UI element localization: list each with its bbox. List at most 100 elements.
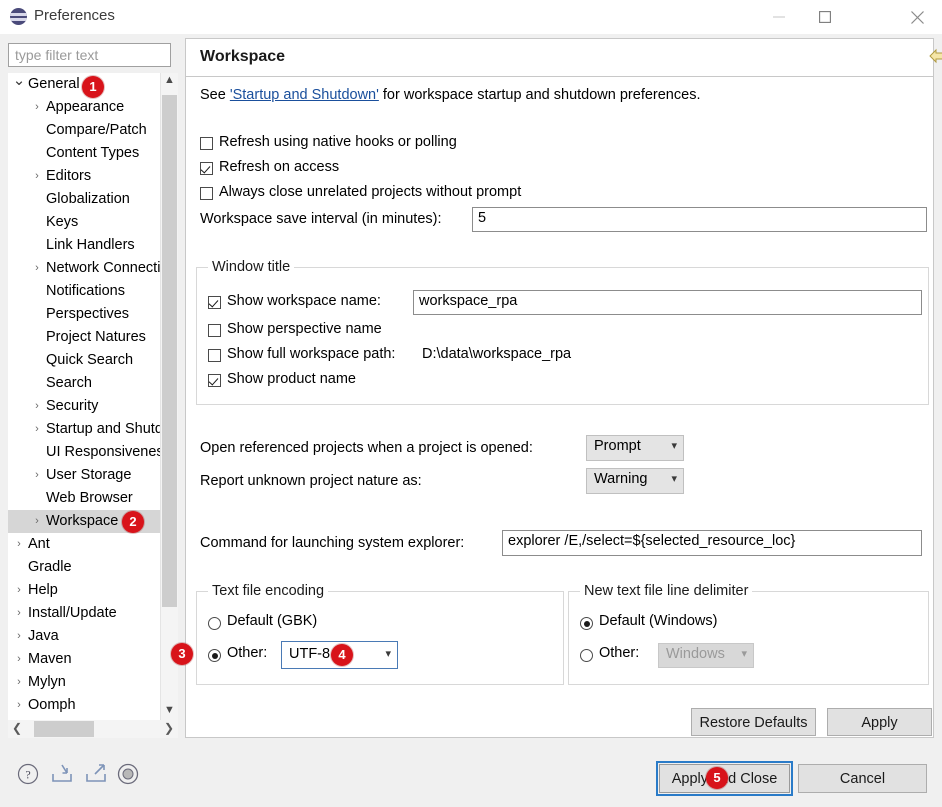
show-full-path-label: Show full workspace path:	[227, 346, 396, 362]
scroll-down-icon[interactable]: ▼	[161, 703, 178, 720]
show-product-name-checkbox[interactable]	[208, 374, 221, 387]
sidebar-item-appearance[interactable]: › Appearance	[8, 96, 160, 119]
minimize-button[interactable]	[758, 0, 804, 32]
sidebar-item-label: Security	[46, 398, 99, 414]
sidebar-item-install-update[interactable]: › Install/Update	[8, 602, 160, 625]
sidebar-item-maven[interactable]: › Maven	[8, 648, 160, 671]
workspace-name-value: workspace_rpa	[419, 293, 518, 309]
chevron-right-icon[interactable]: ›	[30, 464, 44, 487]
encoding-default-label: Default (GBK)	[227, 613, 318, 629]
cancel-button[interactable]: Cancel	[798, 764, 927, 793]
chevron-right-icon[interactable]: ›	[12, 533, 26, 556]
sidebar-item-project-natures[interactable]: Project Natures	[8, 326, 160, 349]
import-icon[interactable]	[50, 762, 80, 792]
sidebar-item-quick-search[interactable]: Quick Search	[8, 349, 160, 372]
encoding-default-radio[interactable]	[208, 617, 221, 630]
chevron-right-icon[interactable]: ›	[30, 510, 44, 533]
report-nature-label: Report unknown project nature as:	[200, 473, 422, 489]
window-title: Preferences	[34, 7, 115, 24]
explorer-command-input[interactable]: explorer /E,/select=${selected_resource_…	[502, 530, 922, 556]
save-interval-label: Workspace save interval (in minutes):	[200, 211, 442, 227]
sidebar-item-gradle[interactable]: Gradle	[8, 556, 160, 579]
refresh-native-hooks-checkbox[interactable]	[200, 137, 213, 150]
apply-button[interactable]: Apply	[827, 708, 932, 736]
filter-input[interactable]: type filter text	[8, 43, 171, 67]
sidebar-item-content-types[interactable]: Content Types	[8, 142, 160, 165]
sidebar-item-startup-and-shutdown[interactable]: ›Startup and Shutdown	[8, 418, 160, 441]
maximize-button[interactable]	[804, 0, 850, 32]
tree-view[interactable]: ⌄ General › Appearance Compare/Patch Content …	[8, 73, 160, 720]
tree-vertical-scrollbar[interactable]: ▲ ▼	[160, 73, 178, 720]
target-icon[interactable]	[116, 762, 146, 792]
chevron-down-icon[interactable]: ⌄	[12, 73, 26, 96]
horizontal-scroll-thumb[interactable]	[34, 721, 94, 737]
chevron-right-icon[interactable]: ›	[12, 648, 26, 671]
chevron-right-icon[interactable]: ›	[30, 96, 44, 119]
sidebar-item-label: Oomph	[28, 697, 76, 713]
show-workspace-name-label: Show workspace name:	[227, 293, 381, 309]
chevron-right-icon[interactable]: ›	[12, 694, 26, 717]
sidebar-item-mylyn[interactable]: › Mylyn	[8, 671, 160, 694]
back-arrow-icon[interactable]	[927, 47, 942, 68]
delimiter-default-radio[interactable]	[580, 617, 593, 630]
workspace-name-input[interactable]: workspace_rpa	[413, 290, 922, 315]
sidebar-item-oomph[interactable]: › Oomph	[8, 694, 160, 717]
sidebar-item-label: Mylyn	[28, 674, 66, 690]
show-perspective-name-checkbox[interactable]	[208, 324, 221, 337]
always-close-unrelated-checkbox[interactable]	[200, 187, 213, 200]
sidebar-item-notifications[interactable]: Notifications	[8, 280, 160, 303]
sidebar-item-ui-responsiveness-monitoring[interactable]: UI Responsiveness Monitoring	[8, 441, 160, 464]
sidebar-item-java[interactable]: › Java	[8, 625, 160, 648]
sidebar-item-search[interactable]: Search	[8, 372, 160, 395]
sidebar-item-user-storage[interactable]: › User Storage	[8, 464, 160, 487]
help-icon[interactable]: ?	[16, 762, 46, 792]
refresh-on-access-checkbox[interactable]	[200, 162, 213, 175]
sidebar-item-keys[interactable]: Keys	[8, 211, 160, 234]
export-icon[interactable]	[84, 762, 114, 792]
sidebar-item-label: Link Handlers	[46, 237, 135, 253]
chevron-right-icon[interactable]: ›	[12, 602, 26, 625]
sidebar-item-label: Workspace	[46, 513, 119, 529]
open-referenced-combo[interactable]: Prompt ▾	[586, 435, 684, 461]
sidebar-item-link-handlers[interactable]: Link Handlers	[8, 234, 160, 257]
show-workspace-name-checkbox[interactable]	[208, 296, 221, 309]
chevron-right-icon[interactable]: ›	[30, 395, 44, 418]
chevron-right-icon[interactable]: ›	[12, 579, 26, 602]
encoding-other-label: Other:	[227, 645, 268, 661]
encoding-other-radio[interactable]	[208, 649, 221, 662]
scroll-right-icon[interactable]: ❯	[160, 720, 178, 738]
startup-shutdown-link[interactable]: 'Startup and Shutdown'	[230, 87, 379, 103]
tree-horizontal-scrollbar[interactable]: ❮ ❯	[8, 720, 178, 738]
sidebar-item-security[interactable]: › Security	[8, 395, 160, 418]
scroll-up-icon[interactable]: ▲	[161, 73, 178, 90]
sidebar-item-editors[interactable]: › Editors	[8, 165, 160, 188]
restore-defaults-button[interactable]: Restore Defaults	[691, 708, 816, 736]
save-interval-input[interactable]: 5	[472, 207, 927, 232]
scroll-left-icon[interactable]: ❮	[8, 720, 26, 738]
show-product-name-label: Show product name	[227, 371, 356, 387]
chevron-right-icon[interactable]: ›	[12, 671, 26, 694]
sidebar-item-label: Editors	[46, 168, 92, 184]
title-bar: Preferences	[0, 0, 942, 34]
sidebar-item-label: Gradle	[28, 559, 72, 575]
delimiter-other-radio[interactable]	[580, 649, 593, 662]
sidebar-item-label: General	[28, 76, 80, 92]
sidebar-item-web-browser[interactable]: Web Browser	[8, 487, 160, 510]
preferences-dialog: Preferences type filter text ⌄ General › Ap…	[0, 0, 942, 807]
sidebar-item-label: Appearance	[46, 99, 125, 115]
vertical-scroll-thumb[interactable]	[162, 95, 177, 607]
show-full-path-checkbox[interactable]	[208, 349, 221, 362]
sidebar-item-help[interactable]: › Help	[8, 579, 160, 602]
sidebar-item-ant[interactable]: › Ant	[8, 533, 160, 556]
chevron-right-icon[interactable]: ›	[12, 625, 26, 648]
chevron-right-icon[interactable]: ›	[30, 418, 44, 441]
sidebar-item-perspectives[interactable]: Perspectives	[8, 303, 160, 326]
chevron-right-icon[interactable]: ›	[30, 165, 44, 188]
report-nature-combo[interactable]: Warning ▾	[586, 468, 684, 494]
sidebar-item-label: Project Natures	[46, 329, 146, 345]
sidebar-item-network-connections[interactable]: ›Network Connections	[8, 257, 160, 280]
sidebar-item-globalization[interactable]: Globalization	[8, 188, 160, 211]
close-button[interactable]	[896, 0, 942, 32]
sidebar-item-compare-patch[interactable]: Compare/Patch	[8, 119, 160, 142]
chevron-right-icon[interactable]: ›	[30, 257, 44, 280]
